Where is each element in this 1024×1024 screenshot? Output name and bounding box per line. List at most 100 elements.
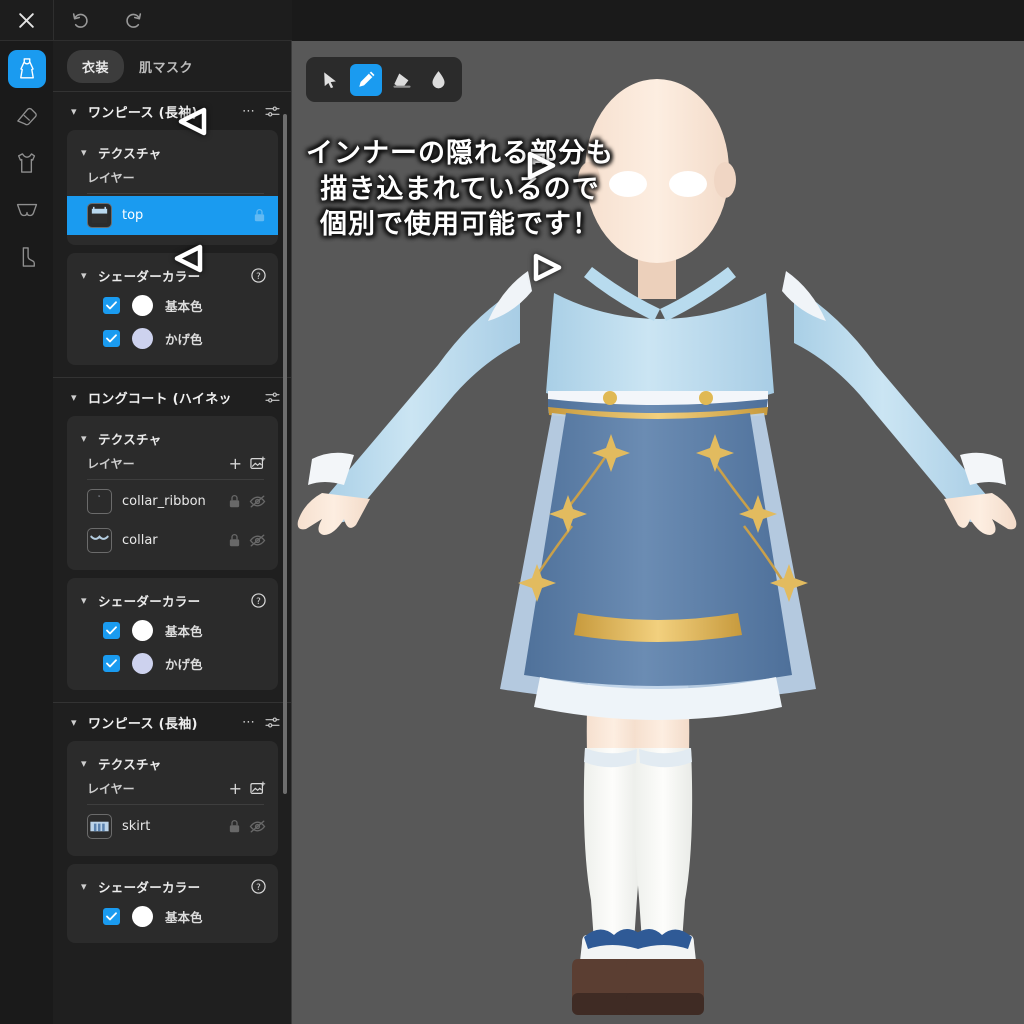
swatch-base-color[interactable] (132, 906, 153, 927)
texture-header[interactable]: ▾ テクスチャ (67, 749, 278, 777)
droplet-icon (432, 71, 444, 89)
list-item[interactable]: collar (67, 521, 278, 560)
layers-label: レイヤー (87, 782, 135, 796)
color-row-base[interactable]: 基本色 (67, 900, 278, 933)
hidden-eye-icon[interactable] (249, 819, 266, 834)
layer-row-icons (228, 533, 266, 548)
lock-icon[interactable] (253, 208, 266, 223)
shader-header[interactable]: ▾ シェーダーカラー ? (67, 872, 278, 900)
list-item[interactable]: top (67, 196, 278, 235)
texture-label: テクスチャ (98, 756, 162, 772)
pencil-tool[interactable] (350, 63, 382, 96)
shader-header[interactable]: ▾ シェーダーカラー ? (67, 261, 278, 289)
check-icon (106, 301, 117, 310)
eraser-tool[interactable] (386, 64, 418, 96)
blur-tool[interactable] (422, 64, 454, 96)
layer-thumbnail (87, 528, 112, 553)
lock-icon[interactable] (228, 494, 241, 509)
shader-label: シェーダーカラー (98, 879, 201, 895)
checkbox-shadow-color[interactable] (103, 330, 120, 347)
color-row-shadow[interactable]: かげ色 (67, 647, 278, 680)
checkbox-base-color[interactable] (103, 297, 120, 314)
texture-header[interactable]: ▾ テクスチャ (67, 424, 278, 452)
add-image-icon[interactable] (250, 456, 266, 471)
layer-thumbnail (87, 489, 112, 514)
swatch-base-color[interactable] (132, 620, 153, 641)
redo-button[interactable] (107, 0, 160, 41)
chevron-down-icon[interactable]: ▾ (71, 716, 81, 729)
checkbox-shadow-color[interactable] (103, 655, 120, 672)
select-tool[interactable] (314, 64, 346, 96)
texture-card: ▾ テクスチャ レイヤー top (67, 130, 278, 245)
category-rail (0, 41, 53, 1024)
layers-label: レイヤー (87, 171, 135, 185)
chevron-down-icon[interactable]: ▾ (81, 146, 91, 159)
swatch-base-color[interactable] (132, 295, 153, 316)
layer-name: skirt (122, 819, 151, 834)
top-bar (0, 0, 292, 41)
chevron-down-icon[interactable]: ▾ (81, 757, 91, 770)
chevron-down-icon[interactable]: ▾ (71, 105, 81, 118)
redo-icon (126, 12, 142, 28)
3d-viewport[interactable]: インナーの隠れる部分も 描き込まれているので 個別で使用可能です！ (292, 41, 1024, 1024)
swatch-shadow-color[interactable] (132, 653, 153, 674)
lock-icon[interactable] (228, 533, 241, 548)
svg-text:?: ? (256, 882, 261, 892)
chevron-down-icon[interactable]: ▾ (71, 391, 81, 404)
sidebar-item-dress[interactable] (7, 50, 46, 88)
shader-label: シェーダーカラー (98, 268, 201, 284)
checkbox-base-color[interactable] (103, 908, 120, 925)
hidden-eye-icon[interactable] (249, 494, 266, 509)
layer-row-icons (228, 494, 266, 509)
chevron-down-icon[interactable]: ▾ (81, 880, 91, 893)
help-icon[interactable]: ? (251, 878, 266, 894)
layer-row-icons (253, 208, 266, 223)
sidebar-item-shoes[interactable] (8, 97, 46, 135)
color-label: 基本色 (165, 299, 203, 314)
add-image-icon[interactable] (250, 781, 266, 796)
shader-header[interactable]: ▾ シェーダーカラー ? (67, 586, 278, 614)
more-options-icon[interactable]: ⋯ (242, 715, 256, 730)
tab-costume[interactable]: 衣装 (67, 49, 125, 83)
add-layer-icon[interactable]: + (229, 455, 242, 472)
sidebar-item-tops[interactable] (8, 144, 46, 182)
checkbox-base-color[interactable] (103, 622, 120, 639)
chevron-down-icon[interactable]: ▾ (81, 269, 91, 282)
add-layer-icon[interactable]: + (229, 780, 242, 797)
group-header[interactable]: ▾ ロングコート (ハイネッ (53, 378, 292, 416)
sliders-icon[interactable] (265, 716, 280, 729)
undo-button[interactable] (54, 0, 107, 41)
group-actions: ⋯ (242, 715, 280, 730)
color-label: かげ色 (165, 332, 203, 347)
help-icon[interactable]: ? (251, 592, 266, 608)
lock-icon[interactable] (228, 819, 241, 834)
sidebar-scroll-area[interactable]: ▾ ワンピース (長袖) ⋯ ▾ テクスチャ レイヤー top ▾ シェーダーカ… (53, 92, 292, 1024)
sidebar-scrollbar[interactable] (283, 114, 287, 794)
list-item[interactable]: skirt (67, 807, 278, 846)
tab-skin-mask[interactable]: 肌マスク (124, 50, 208, 83)
layer-thumbnail (87, 814, 112, 839)
layers-header: レイヤー (67, 166, 278, 189)
close-icon (19, 12, 34, 28)
shader-color-card: ▾ シェーダーカラー ? (67, 253, 278, 365)
color-row-base[interactable]: 基本色 (67, 614, 278, 647)
color-row-shadow[interactable]: かげ色 (67, 322, 278, 355)
swatch-shadow-color[interactable] (132, 328, 153, 349)
sidebar-item-innerwear[interactable] (8, 191, 46, 229)
close-button[interactable] (0, 0, 53, 41)
group-header[interactable]: ▾ ワンピース (長袖) ⋯ (53, 703, 292, 741)
color-row-base[interactable]: 基本色 (67, 289, 278, 322)
help-icon[interactable]: ? (251, 267, 266, 283)
group-onepiece-1: ▾ ワンピース (長袖) ⋯ ▾ テクスチャ レイヤー top ▾ シェーダーカ… (53, 92, 292, 377)
sidebar-item-boots[interactable] (8, 238, 46, 276)
group-header[interactable]: ▾ ワンピース (長袖) ⋯ (53, 92, 292, 130)
drawing-toolbar (306, 57, 462, 102)
chevron-down-icon[interactable]: ▾ (81, 594, 91, 607)
sliders-icon[interactable] (265, 105, 280, 118)
chevron-down-icon[interactable]: ▾ (81, 432, 91, 445)
texture-header[interactable]: ▾ テクスチャ (67, 138, 278, 166)
hidden-eye-icon[interactable] (249, 533, 266, 548)
more-options-icon[interactable]: ⋯ (242, 104, 256, 119)
sliders-icon[interactable] (265, 391, 280, 404)
list-item[interactable]: collar_ribbon (67, 482, 278, 521)
